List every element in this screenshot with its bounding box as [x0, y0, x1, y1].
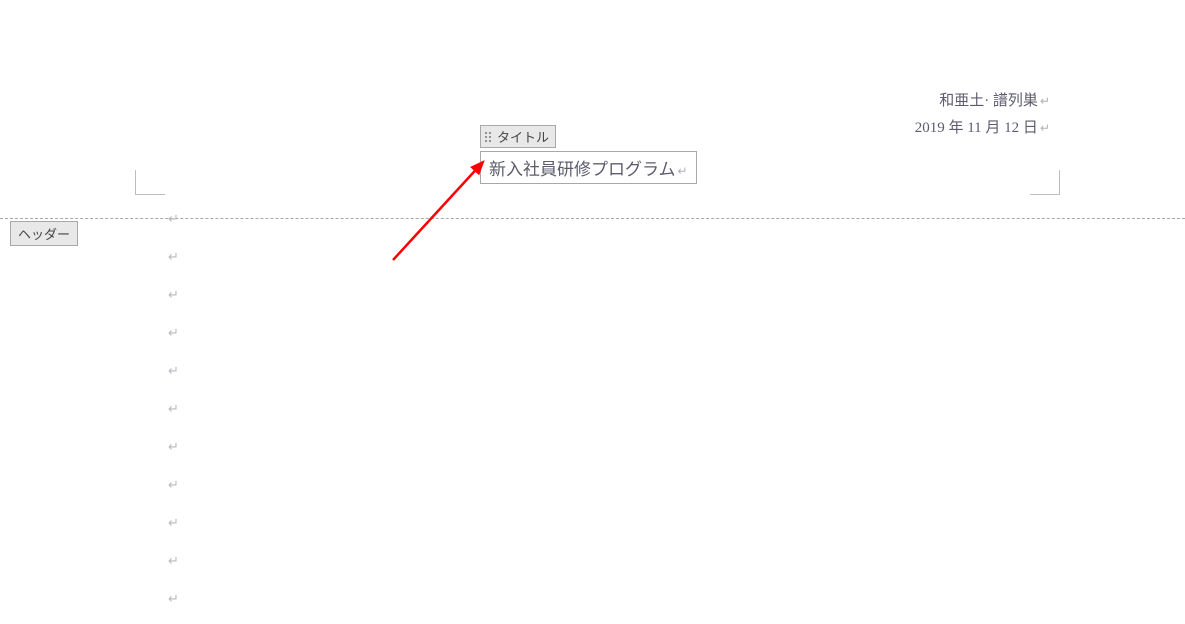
return-mark: ↵ — [168, 504, 179, 542]
return-mark: ↵ — [168, 238, 179, 276]
return-mark: ↵ — [1040, 121, 1050, 135]
date-text: 2019 年 11 月 12 日 — [915, 120, 1038, 136]
body-paragraph-marks[interactable]: ↵↵↵↵↵↵↵↵↵↵↵ — [168, 200, 179, 618]
author-text: 和亜土· 譜列巣 — [939, 93, 1038, 109]
header-region-label[interactable]: ヘッダー — [10, 221, 78, 246]
title-text: 新入社員研修プログラム — [489, 160, 676, 179]
return-mark: ↵ — [168, 390, 179, 428]
content-control-handle-icon — [484, 131, 494, 143]
content-control-tag-label: タイトル — [497, 127, 549, 146]
page-margin-corner-right — [1030, 170, 1060, 195]
return-mark: ↵ — [168, 580, 179, 618]
return-mark: ↵ — [168, 428, 179, 466]
header-region-label-text: ヘッダー — [18, 227, 70, 242]
date-line: 2019 年 11 月 12 日↵ — [915, 115, 1050, 142]
return-mark: ↵ — [168, 542, 179, 580]
return-mark: ↵ — [168, 466, 179, 504]
return-mark: ↵ — [168, 352, 179, 390]
author-line: 和亜土· 譜列巣↵ — [915, 88, 1050, 115]
return-mark: ↵ — [678, 164, 688, 178]
return-mark: ↵ — [168, 200, 179, 238]
page-margin-corner-left — [135, 170, 165, 195]
return-mark: ↵ — [168, 276, 179, 314]
title-content-control[interactable]: 新入社員研修プログラム↵ — [480, 151, 697, 184]
return-mark: ↵ — [168, 314, 179, 352]
document-header-right[interactable]: 和亜土· 譜列巣↵ 2019 年 11 月 12 日↵ — [915, 88, 1050, 142]
return-mark: ↵ — [1040, 94, 1050, 108]
content-control-tag[interactable]: タイトル — [480, 125, 556, 148]
